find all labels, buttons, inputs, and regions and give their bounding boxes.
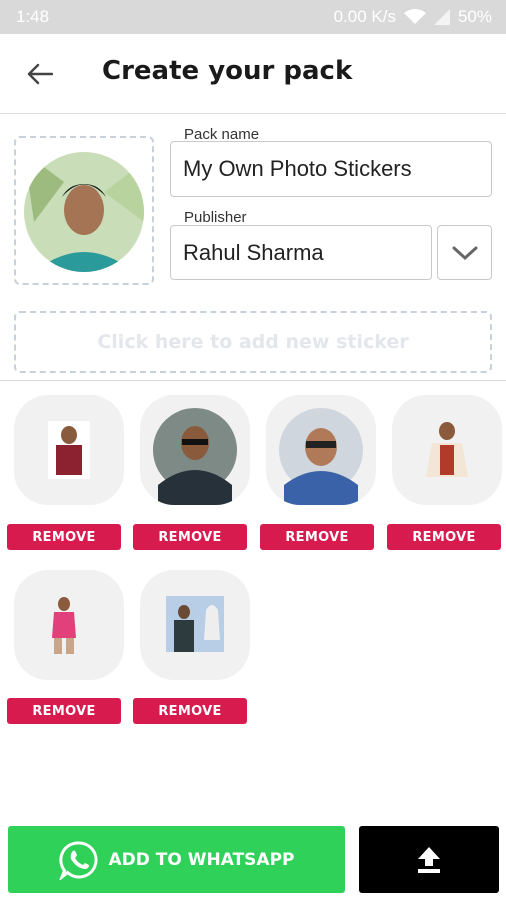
net-speed: 0.00 K/s — [333, 7, 396, 26]
tray-icon-picker[interactable] — [14, 136, 154, 285]
sticker-thumbnail[interactable] — [266, 395, 376, 505]
sticker-thumbnail[interactable] — [392, 395, 502, 505]
signal-icon — [433, 9, 450, 25]
remove-sticker-button[interactable]: REMOVE — [387, 524, 501, 550]
add-to-whatsapp-label: ADD TO WHATSAPP — [108, 849, 295, 870]
publisher-input[interactable]: Rahul Sharma — [170, 225, 432, 280]
divider — [0, 380, 506, 381]
remove-sticker-button[interactable]: REMOVE — [7, 698, 121, 724]
remove-sticker-button[interactable]: REMOVE — [133, 698, 247, 724]
sticker-thumbnail[interactable] — [14, 570, 124, 680]
app-bar: Create your pack — [0, 34, 506, 114]
remove-sticker-button[interactable]: REMOVE — [260, 524, 374, 550]
add-sticker-button[interactable]: Click here to add new sticker — [14, 311, 492, 373]
sticker-thumbnail[interactable] — [14, 395, 124, 505]
whatsapp-icon — [58, 840, 98, 880]
publisher-label: Publisher — [184, 209, 247, 226]
sticker-thumbnail[interactable] — [140, 395, 250, 505]
page-title: Create your pack — [102, 56, 353, 86]
chevron-down-icon — [452, 246, 477, 260]
upload-icon — [418, 846, 440, 873]
add-to-whatsapp-button[interactable]: ADD TO WHATSAPP — [8, 826, 345, 893]
remove-sticker-button[interactable]: REMOVE — [7, 524, 121, 550]
status-time: 1:48 — [16, 7, 50, 26]
back-arrow-icon[interactable] — [22, 56, 58, 92]
tray-icon-image — [24, 152, 144, 272]
upload-button[interactable] — [359, 826, 499, 893]
sticker-thumbnail[interactable] — [140, 570, 250, 680]
battery-level: 50% — [457, 7, 492, 26]
pack-name-input[interactable]: My Own Photo Stickers — [170, 141, 492, 197]
remove-sticker-button[interactable]: REMOVE — [133, 524, 247, 550]
status-bar: 1:48 0.00 K/s 50% — [0, 0, 506, 34]
publisher-dropdown-button[interactable] — [437, 225, 492, 280]
wifi-icon — [403, 9, 426, 24]
status-icons: 0.00 K/s 50% — [334, 7, 492, 27]
